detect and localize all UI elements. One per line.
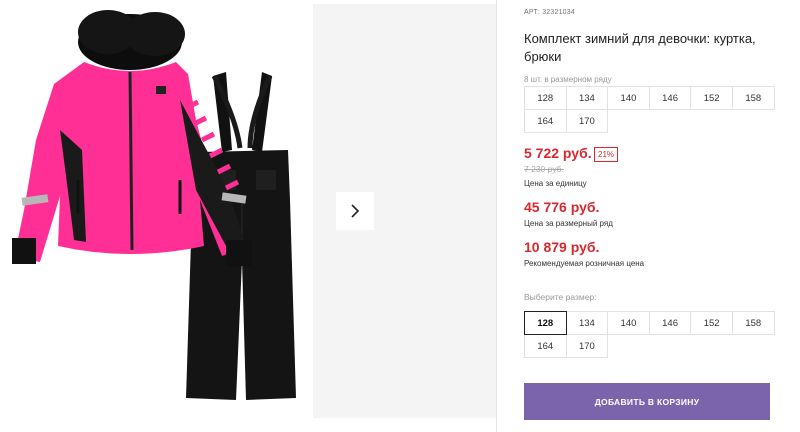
series-size-cell: 170 [565,109,609,133]
article-value: 32321034 [542,9,575,16]
size-series-grid: 128 134 140 146 152 158 164 170 [524,86,775,133]
series-size-cell: 158 [731,86,775,110]
size-option-152[interactable]: 152 [690,311,733,335]
size-option-140[interactable]: 140 [607,311,650,335]
size-selector: 128 134 140 146 152 158 164 170 [524,311,775,358]
retail-price: 10 879 руб. [524,239,600,255]
series-size-cell: 128 [524,86,567,110]
series-price: 45 776 руб. [524,199,600,215]
product-photo[interactable] [0,0,312,420]
size-option-170[interactable]: 170 [565,334,609,358]
product-title: Комплект зимний для девочки: куртка, брю… [524,31,756,64]
series-size-cell: 164 [524,109,567,133]
size-series-note: 8 шт. в размерном ряду [524,75,612,84]
discount-badge: 21% [594,147,619,162]
retail-price-caption: Рекомендуемая розничная цена [524,259,645,268]
unit-price: 5 722 руб. [524,145,592,161]
size-option-164[interactable]: 164 [524,334,567,358]
article-label: АРТ: [524,9,541,16]
unit-price-caption: Цена за единицу [524,179,587,188]
size-option-146[interactable]: 146 [648,311,692,335]
chevron-right-icon [351,204,360,218]
series-size-cell: 134 [565,86,609,110]
series-size-cell: 152 [690,86,733,110]
winter-suit-image [12,10,296,400]
choose-size-label: Выберите размер: [524,292,597,302]
size-option-134[interactable]: 134 [565,311,609,335]
series-price-caption: Цена за размерный ряд [524,219,613,228]
size-option-158[interactable]: 158 [731,311,775,335]
panel-divider [496,0,497,432]
gallery-next-button[interactable] [336,192,374,230]
series-size-cell: 140 [607,86,650,110]
add-to-cart-button[interactable]: ДОБАВИТЬ В КОРЗИНУ [524,383,770,420]
product-gallery [0,0,496,432]
jacket-illustration [12,10,252,266]
size-option-128[interactable]: 128 [524,311,567,335]
old-price: 7 230 руб. [524,164,564,174]
series-size-cell: 146 [648,86,692,110]
article-number: АРТ: 32321034 [524,9,575,16]
